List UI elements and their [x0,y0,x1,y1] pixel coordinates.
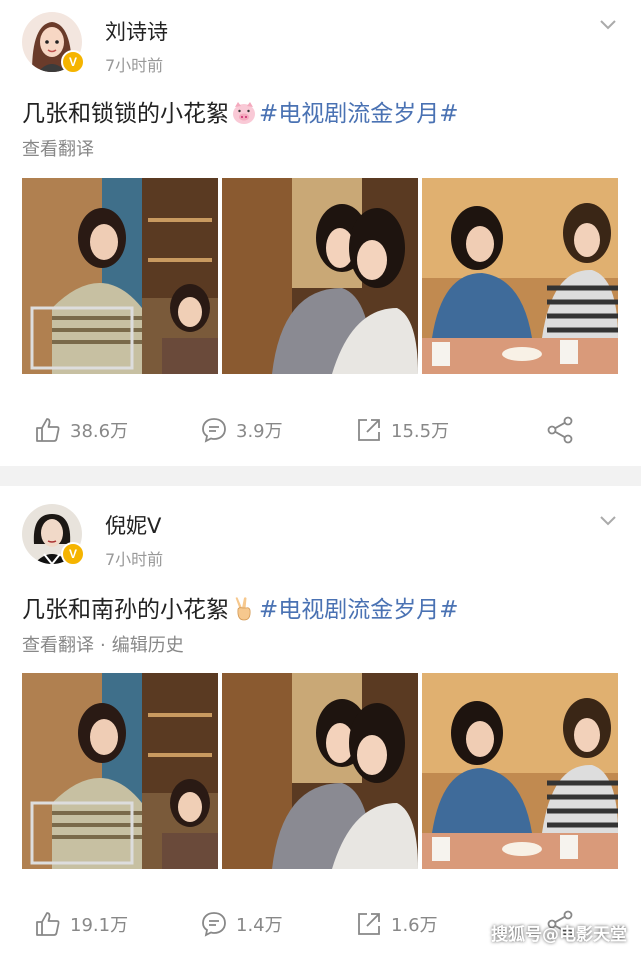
photo-thumbnail[interactable] [422,673,618,869]
post-card: V 刘诗诗 7小时前 几张和锁锁的小花絮 #电视剧流金岁月# 查看翻译 38.6… [0,0,641,466]
photo-thumbnail[interactable] [22,673,218,869]
translate-link[interactable]: 查看翻译 [22,139,94,160]
meta-separator: · [100,635,106,656]
photo-thumbnail[interactable] [422,178,618,374]
hashtag-link[interactable]: #电视剧流金岁月# [259,101,459,127]
action-bar: 38.6万 3.9万 15.5万 [0,410,641,450]
like-button[interactable]: 38.6万 [34,410,128,450]
repost-button[interactable]: 15.5万 [355,410,449,450]
thumbs-up-icon [36,418,60,442]
post-text-body: 几张和锁锁的小花絮 [22,101,229,127]
post-text: 几张和锁锁的小花絮 #电视剧流金岁月# [22,94,459,128]
photo-thumbnail[interactable] [22,178,218,374]
verified-badge-icon: V [61,50,85,74]
like-count: 19.1万 [70,915,129,936]
photo-thumbnail[interactable] [222,178,418,374]
repost-count: 1.6万 [391,915,438,936]
avatar[interactable]: V [22,12,85,74]
post-meta: 查看翻译 · 编辑历史 [22,631,184,657]
repost-icon [358,913,380,935]
comment-bubble-icon [202,912,226,937]
username[interactable]: 倪妮V [105,510,161,540]
like-button[interactable]: 19.1万 [34,904,128,944]
chevron-down-icon[interactable] [599,18,617,32]
post-text: 几张和南孙的小花絮 #电视剧流金岁月# [22,590,459,624]
comment-button[interactable]: 3.9万 [200,410,283,450]
comment-count: 1.4万 [236,915,283,936]
photo-thumbnail[interactable] [222,673,418,869]
chevron-down-icon[interactable] [599,514,617,528]
photo-grid [22,178,619,374]
verified-badge-icon: V [61,542,85,566]
avatar[interactable]: V [22,504,85,566]
share-icon [547,416,573,444]
post-text-body: 几张和南孙的小花絮 [22,597,229,623]
post-time: 7小时前 [105,550,164,569]
photo-grid [22,673,619,869]
victory-hand-emoji-icon [235,597,251,621]
edit-history-link[interactable]: 编辑历史 [112,635,184,656]
hashtag-link[interactable]: #电视剧流金岁月# [259,597,459,623]
comment-bubble-icon [202,418,226,443]
post-meta: 查看翻译 [22,135,94,161]
post-card: V 倪妮V 7小时前 几张和南孙的小花絮 #电视剧流金岁月# 查看翻译 · 编辑历史 [0,486,641,959]
repost-button[interactable]: 1.6万 [355,904,438,944]
post-separator [0,466,641,486]
repost-count: 15.5万 [391,421,450,442]
comment-count: 3.9万 [236,421,283,442]
thumbs-up-icon [36,912,60,936]
watermark: 搜狐号@电影天堂 [491,925,627,945]
translate-link[interactable]: 查看翻译 [22,635,94,656]
like-count: 38.6万 [70,421,129,442]
username[interactable]: 刘诗诗 [105,16,168,46]
post-time: 7小时前 [105,56,164,75]
pig-face-emoji-icon [233,102,255,124]
comment-button[interactable]: 1.4万 [200,904,283,944]
share-button[interactable] [546,410,582,450]
repost-icon [358,419,380,441]
